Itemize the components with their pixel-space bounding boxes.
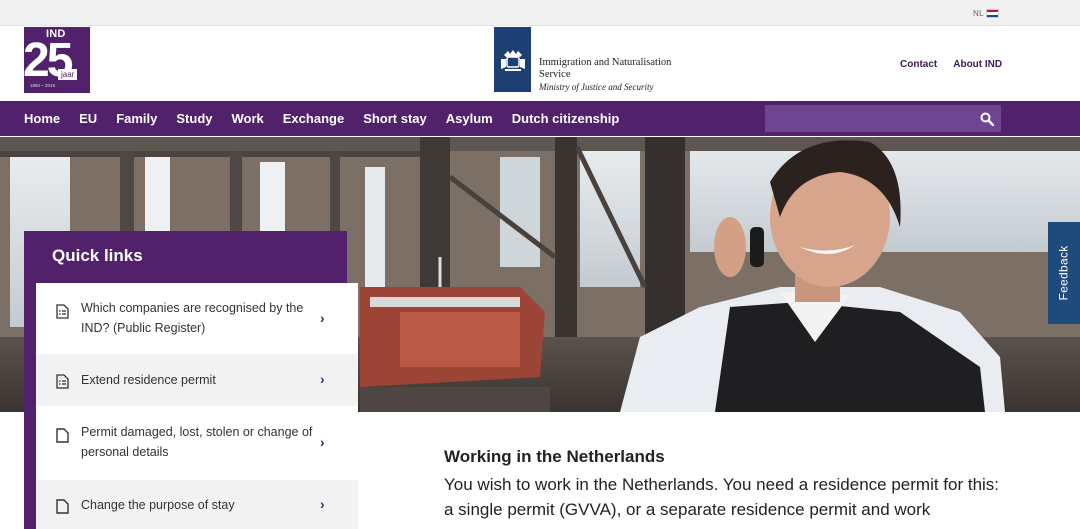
quick-link-label: Permit damaged, lost, stolen or change o… — [81, 425, 313, 459]
nav-item-eu[interactable]: EU — [79, 111, 97, 126]
quick-link-change-purpose[interactable]: Change the purpose of stay › — [36, 480, 358, 529]
ministry-subtitle: Ministry of Justice and Security — [539, 82, 654, 92]
quick-link-extend-permit[interactable]: Extend residence permit › — [36, 354, 358, 406]
content-text: You wish to work in the Netherlands. You… — [444, 475, 1000, 519]
nav-item-work[interactable]: Work — [232, 111, 264, 126]
ind-logo[interactable]: IND 25 jaar 1994 – 2019 — [24, 27, 90, 93]
quick-link-label: Extend residence permit — [81, 373, 216, 387]
quick-link-public-register[interactable]: Which companies are recognised by the IN… — [36, 283, 358, 354]
chevron-right-icon: › — [320, 310, 325, 326]
language-switch[interactable]: NL — [973, 9, 999, 18]
about-ind-link[interactable]: About IND — [953, 59, 1002, 70]
quick-link-permit-damaged[interactable]: Permit damaged, lost, stolen or change o… — [36, 406, 358, 480]
document-list-icon — [56, 374, 69, 389]
top-links: Contact About IND — [900, 59, 1002, 70]
ministry-text: Immigration and Naturalisation Service M… — [539, 57, 699, 94]
search-input[interactable] — [765, 105, 973, 132]
chevron-right-icon: › — [320, 371, 325, 387]
nav-item-home[interactable]: Home — [24, 111, 60, 126]
chevron-right-icon: › — [320, 496, 325, 512]
ministry-name: Immigration and Naturalisation Service — [539, 57, 672, 80]
quick-link-label: Change the purpose of stay — [81, 498, 235, 512]
search-icon — [980, 112, 994, 126]
feedback-tab[interactable]: Feedback — [1048, 222, 1080, 324]
contact-link[interactable]: Contact — [900, 59, 937, 70]
nav-item-short-stay[interactable]: Short stay — [363, 111, 427, 126]
quick-link-label: Which companies are recognised by the IN… — [81, 301, 304, 335]
logo-years: 1994 – 2019 — [30, 83, 56, 88]
document-icon — [56, 499, 69, 514]
nav-item-family[interactable]: Family — [116, 111, 157, 126]
nav-item-exchange[interactable]: Exchange — [283, 111, 344, 126]
ministry-emblem-icon — [494, 27, 531, 92]
language-strip: NL — [0, 0, 1080, 26]
netherlands-flag-icon — [985, 9, 999, 18]
document-icon — [56, 428, 69, 443]
logo-jaar: jaar — [58, 69, 78, 80]
search-button[interactable] — [973, 105, 1001, 132]
content-title: Working in the Netherlands — [444, 447, 665, 466]
nav-item-study[interactable]: Study — [176, 111, 212, 126]
logo-number: 25 — [24, 34, 73, 87]
chevron-right-icon: › — [320, 434, 325, 450]
document-list-icon — [56, 304, 69, 319]
nav-item-dutch-citizenship[interactable]: Dutch citizenship — [512, 111, 620, 126]
feedback-label: Feedback — [1057, 245, 1072, 301]
quick-links-title: Quick links — [52, 246, 143, 265]
language-label: NL — [973, 9, 984, 18]
nav-item-asylum[interactable]: Asylum — [446, 111, 493, 126]
